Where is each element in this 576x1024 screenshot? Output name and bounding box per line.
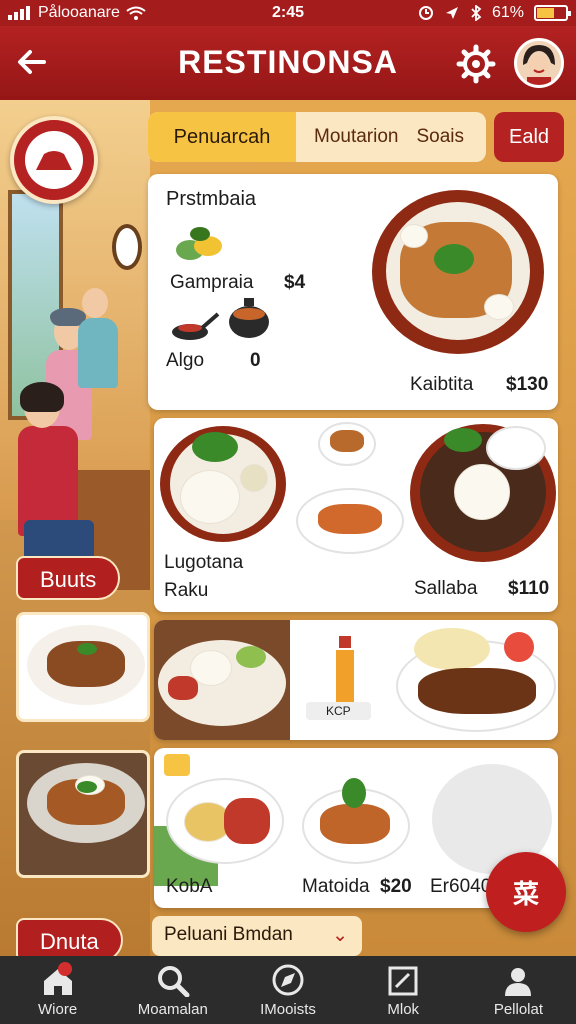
- nav-search[interactable]: Moamalan: [115, 956, 230, 1024]
- nav-profile[interactable]: Pellolat: [461, 956, 576, 1024]
- nav-explore[interactable]: IMooists: [230, 956, 345, 1024]
- item-name: KobA: [166, 876, 213, 897]
- floating-menu-button[interactable]: 菜: [486, 852, 566, 932]
- nav-label: Pellolat: [493, 1001, 544, 1018]
- alarm-icon: [418, 6, 433, 20]
- pan-icon: [172, 312, 220, 340]
- chevron-down-icon: ⌄: [332, 925, 348, 946]
- notification-dot: [58, 962, 72, 976]
- bottom-category-card[interactable]: Peluani Bmdan ⌄: [152, 916, 362, 956]
- bottom-navigation: Wiore Moamalan IMooists Mlok Pellolat: [0, 956, 576, 1024]
- side-dish-tile-1[interactable]: [16, 612, 150, 722]
- nav-home[interactable]: Wiore: [0, 956, 115, 1024]
- menu-card-1[interactable]: Prstmbaia Gampraia $4 Algo 0 Kaibtita $1…: [148, 174, 558, 410]
- edit-icon: [388, 966, 418, 996]
- person-icon: [505, 968, 532, 996]
- bottom-card-label: Peluani Bmdan: [164, 924, 293, 945]
- side-dish-tile-2[interactable]: [16, 750, 150, 878]
- nav-label: Mlok: [387, 1001, 420, 1018]
- bottle-label: KCP: [306, 702, 371, 720]
- sauce-bottle-icon: [336, 636, 354, 702]
- carrier-name: Pålooanare: [38, 4, 120, 21]
- user-avatar[interactable]: [514, 38, 564, 88]
- item-price: $4: [284, 272, 306, 293]
- nav-label: Wiore: [38, 1001, 78, 1018]
- nav-orders[interactable]: Mlok: [346, 956, 461, 1024]
- gear-icon[interactable]: [456, 44, 496, 84]
- tab-soais[interactable]: Soais: [417, 112, 483, 162]
- cloche-icon: [36, 151, 72, 170]
- signal-icon: [8, 6, 30, 20]
- item-price: $110: [508, 578, 550, 599]
- tab-penuarcah[interactable]: Penuarcah: [148, 112, 296, 162]
- menu-card-2[interactable]: Lugotana Raku Sallaba $110: [154, 418, 558, 612]
- nav-label: IMooists: [260, 1001, 316, 1018]
- item-price: $20: [380, 876, 412, 897]
- location-icon: [445, 7, 458, 19]
- app-bar: RESTINONSA: [0, 26, 576, 100]
- vegetable-icon: [176, 227, 222, 260]
- wall-clock-icon: [112, 224, 142, 270]
- tab-moutarion[interactable]: Moutarion: [296, 112, 417, 162]
- item-name: Kaibtita: [410, 374, 474, 395]
- edit-button[interactable]: Eald: [494, 112, 564, 162]
- menu-card-3[interactable]: KCP: [154, 620, 558, 740]
- nav-label: Moamalan: [137, 1001, 208, 1018]
- side-label-first[interactable]: Buuts: [16, 556, 121, 600]
- bluetooth-icon: [471, 5, 482, 21]
- wifi-icon: [126, 6, 146, 20]
- item-name: Er6040: [430, 876, 492, 897]
- status-bar: Pålooanare 2:45 61%: [0, 0, 576, 26]
- search-icon: [157, 966, 190, 997]
- side-label-second[interactable]: Dnuta: [16, 918, 123, 956]
- pot-icon: [229, 298, 269, 338]
- restaurant-scene-illustration: Buuts Dnuta: [0, 100, 150, 956]
- battery-percent: 61%: [491, 4, 524, 21]
- category-tabs: Penuarcah Moutarion Soais: [148, 112, 486, 162]
- restaurant-logo[interactable]: [10, 116, 98, 204]
- item-price: $130: [506, 374, 549, 395]
- item-name: Lugotana: [164, 552, 244, 573]
- item-name: Gampraia: [170, 272, 254, 293]
- battery-icon: [534, 5, 571, 21]
- compass-icon: [272, 964, 304, 996]
- item-name: Sallaba: [414, 578, 478, 599]
- item-price: 0: [250, 350, 261, 371]
- section-title: Prstmbaia: [166, 188, 257, 210]
- item-subname: Raku: [164, 580, 209, 601]
- item-name: Algo: [166, 350, 205, 371]
- item-name: Matoida: [302, 876, 370, 897]
